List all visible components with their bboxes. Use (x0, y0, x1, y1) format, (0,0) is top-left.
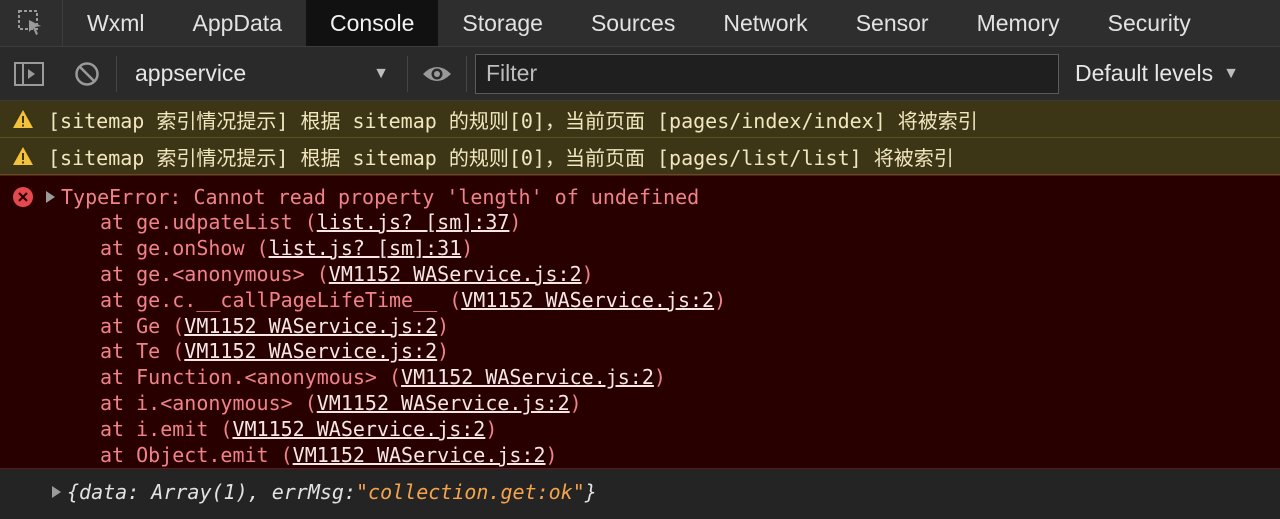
warning-message: [sitemap 索引情况提示] 根据 sitemap 的规则[0]，当前页面 … (48, 145, 954, 170)
stack-frame-close-paren: ) (545, 443, 558, 468)
stack-frame-source-link[interactable]: VM1152 WAService.js:2 (232, 417, 485, 441)
stack-frame-close-paren: ) (485, 417, 498, 442)
stack-frame-function: at ge.onShow ( (100, 235, 269, 260)
stack-frame-source-link[interactable]: VM1152 WAService.js:2 (317, 391, 570, 415)
stack-frame: at i.emit (VM1152 WAService.js:2) (12, 417, 1280, 443)
context-selector[interactable]: appservice ▼ (117, 47, 407, 100)
stack-frame: at ge.udpateList (list.js? [sm]:37) (12, 210, 1280, 236)
inspect-cursor-icon (18, 10, 41, 35)
stack-frame-function: at ge.c.__callPageLifeTime__ ( (100, 287, 462, 312)
stack-frame-close-paren: ) (461, 235, 474, 260)
error-icon (13, 187, 33, 207)
stack-frame: at i.<anonymous> (VM1152 WAService.js:2) (12, 391, 1280, 417)
stack-frame: at Te (VM1152 WAService.js:2) (12, 339, 1280, 365)
warning-icon (13, 110, 33, 128)
stack-frame-source-link[interactable]: VM1152 WAService.js:2 (329, 262, 582, 286)
error-header[interactable]: TypeError: Cannot read property 'length'… (12, 184, 1280, 210)
stack-frame-function: at i.<anonymous> ( (100, 391, 317, 416)
inspect-element-button[interactable] (0, 0, 63, 46)
tab-security[interactable]: Security (1084, 0, 1215, 46)
stack-frame-close-paren: ) (437, 339, 450, 364)
expand-triangle-icon[interactable] (46, 191, 55, 203)
console-log-row: {data: Array(1), errMsg: "collection.get… (0, 469, 1280, 515)
context-label: appservice (135, 60, 247, 86)
error-message: TypeError: Cannot read property 'length'… (61, 185, 700, 209)
stack-frame-source-link[interactable]: VM1152 WAService.js:2 (184, 339, 437, 363)
stack-frame-source-link[interactable]: VM1152 WAService.js:2 (293, 443, 546, 467)
log-object-string: "collection.get:ok" (355, 480, 585, 504)
tab-memory[interactable]: Memory (953, 0, 1084, 46)
stack-frame-function: at Function.<anonymous> ( (100, 365, 402, 390)
toggle-sidebar-button[interactable] (0, 47, 58, 100)
stack-frame: at ge.onShow (list.js? [sm]:31) (12, 236, 1280, 262)
stack-frame-source-link[interactable]: VM1152 WAService.js:2 (184, 314, 437, 338)
log-levels-label: Default levels (1075, 60, 1214, 86)
stack-frame-close-paren: ) (569, 391, 582, 416)
console-toolbar: appservice ▼ Default levels ▼ (0, 47, 1280, 101)
stack-frame-close-paren: ) (509, 210, 522, 234)
console-warning-row: [sitemap 索引情况提示] 根据 sitemap 的规则[0]，当前页面 … (0, 101, 1280, 138)
tab-sensor[interactable]: Sensor (832, 0, 953, 46)
tab-network[interactable]: Network (699, 0, 831, 46)
stack-frame-function: at Te ( (100, 339, 185, 364)
tab-appdata[interactable]: AppData (168, 0, 306, 46)
tab-console[interactable]: Console (306, 0, 439, 46)
tab-wxml[interactable]: Wxml (63, 0, 168, 46)
stack-frame-source-link[interactable]: list.js? [sm]:37 (317, 210, 510, 234)
warning-icon (13, 147, 33, 165)
stack-frame: at Function.<anonymous> (VM1152 WAServic… (12, 365, 1280, 391)
log-object-suffix: } (584, 480, 597, 504)
console-warning-row: [sitemap 索引情况提示] 根据 sitemap 的规则[0]，当前页面 … (0, 138, 1280, 175)
sidebar-toggle-icon (14, 61, 44, 86)
toolbar-divider (466, 55, 467, 92)
devtools-tab-bar: Wxml AppData Console Storage Sources Net… (0, 0, 1280, 47)
stack-frame-source-link[interactable]: VM1152 WAService.js:2 (401, 365, 654, 389)
log-object-prefix: {data: Array(1), errMsg: (67, 480, 356, 504)
chevron-down-icon: ▼ (1223, 64, 1239, 82)
stack-frame-close-paren: ) (653, 365, 666, 390)
console-error-block: TypeError: Cannot read property 'length'… (0, 175, 1280, 469)
live-expression-button[interactable] (408, 47, 466, 100)
clear-console-icon (75, 61, 99, 86)
stack-frame-function: at ge.<anonymous> ( (100, 261, 329, 286)
filter-input[interactable] (475, 53, 1059, 94)
stack-frame-function: at i.emit ( (100, 417, 233, 442)
stack-frame-close-paren: ) (437, 313, 450, 338)
stack-frame-function: at Object.emit ( (100, 443, 293, 468)
stack-trace: at ge.udpateList (list.js? [sm]:37) at ge… (12, 210, 1280, 469)
chevron-down-icon: ▼ (373, 64, 389, 82)
warning-message: [sitemap 索引情况提示] 根据 sitemap 的规则[0]，当前页面 … (48, 108, 978, 133)
stack-frame: at Ge (VM1152 WAService.js:2) (12, 314, 1280, 340)
clear-console-button[interactable] (58, 47, 116, 100)
stack-frame: at ge.c.__callPageLifeTime__ (VM1152 WAS… (12, 288, 1280, 314)
tab-storage[interactable]: Storage (438, 0, 567, 46)
log-levels-dropdown[interactable]: Default levels ▼ (1075, 60, 1239, 87)
eye-icon (423, 66, 451, 81)
stack-frame-function: at Ge ( (100, 313, 185, 338)
stack-frame: at ge.<anonymous> (VM1152 WAService.js:2… (12, 262, 1280, 288)
stack-frame: at Object.emit (VM1152 WAService.js:2) (12, 443, 1280, 469)
stack-frame-function: at ge.udpateList ( (100, 210, 317, 234)
expand-triangle-icon[interactable] (52, 486, 61, 498)
stack-frame-source-link[interactable]: VM1152 WAService.js:2 (461, 288, 714, 312)
stack-frame-close-paren: ) (714, 287, 727, 312)
stack-frame-source-link[interactable]: list.js? [sm]:31 (269, 236, 462, 260)
tab-sources[interactable]: Sources (567, 0, 699, 46)
stack-frame-close-paren: ) (581, 261, 594, 286)
